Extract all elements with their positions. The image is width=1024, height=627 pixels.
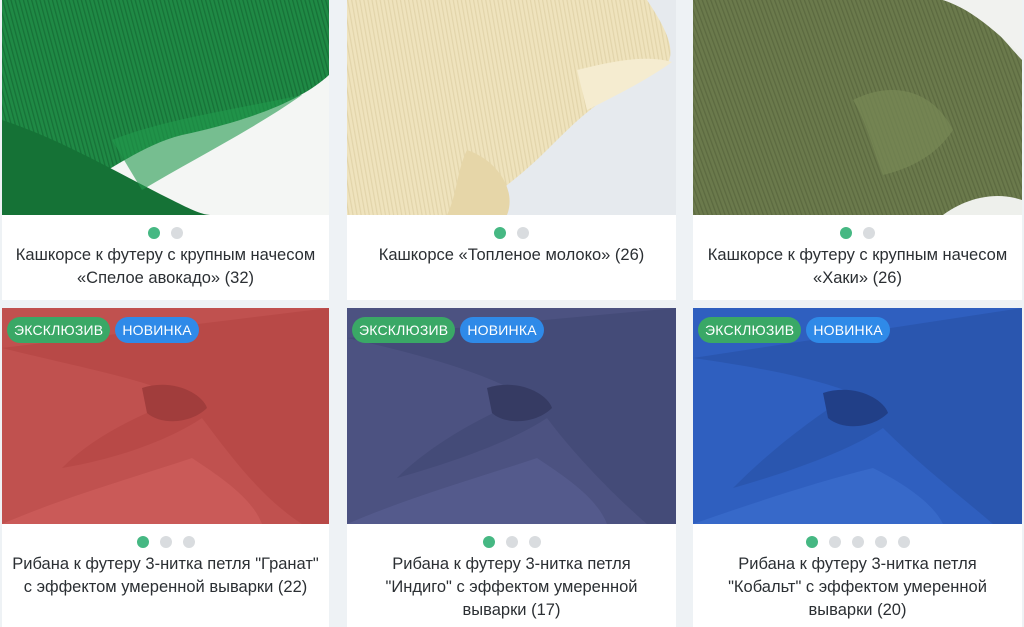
carousel-dot[interactable]: [494, 227, 506, 239]
product-title[interactable]: Рибана к футеру 3-нитка петля "Индиго" с…: [357, 553, 666, 622]
badge-group: ЭКСКЛЮЗИВ НОВИНКА: [7, 317, 199, 343]
carousel-dot[interactable]: [136, 536, 149, 548]
product-image[interactable]: [2, 0, 329, 215]
carousel-dot[interactable]: [159, 536, 172, 548]
carousel-dot[interactable]: [851, 536, 864, 548]
image-carousel-dots: [2, 227, 329, 239]
image-carousel-dots: [693, 227, 1022, 239]
carousel-dot[interactable]: [528, 536, 541, 548]
carousel-dot[interactable]: [863, 227, 875, 239]
carousel-dot[interactable]: [505, 536, 518, 548]
product-image[interactable]: ЭКСКЛЮЗИВ НОВИНКА: [693, 308, 1022, 524]
image-carousel-dots: [347, 227, 676, 239]
product-card[interactable]: ЭКСКЛЮЗИВ НОВИНКА Рибана к футеру 3-нитк…: [693, 308, 1022, 627]
product-title[interactable]: Кашкорсе «Топленое молоко» (26): [357, 244, 666, 267]
new-badge: НОВИНКА: [460, 317, 544, 343]
product-card[interactable]: Кашкорсе «Топленое молоко» (26): [347, 0, 676, 300]
product-image[interactable]: ЭКСКЛЮЗИВ НОВИНКА: [2, 308, 329, 524]
image-carousel-dots: [2, 536, 329, 548]
exclusive-badge: ЭКСКЛЮЗИВ: [352, 317, 456, 343]
carousel-dot[interactable]: [148, 227, 160, 239]
product-title[interactable]: Рибана к футеру 3-нитка петля "Гранат" с…: [12, 553, 319, 599]
carousel-dot[interactable]: [840, 227, 852, 239]
product-title[interactable]: Кашкорсе к футеру с крупным начесом «Спе…: [12, 244, 319, 290]
exclusive-badge: ЭКСКЛЮЗИВ: [7, 317, 111, 343]
product-card[interactable]: Кашкорсе к футеру с крупным начесом «Спе…: [2, 0, 329, 300]
carousel-dot[interactable]: [182, 536, 195, 548]
carousel-dot[interactable]: [805, 536, 818, 548]
image-carousel-dots: [693, 536, 1022, 548]
product-title[interactable]: Кашкорсе к футеру с крупным начесом «Хак…: [703, 244, 1012, 290]
carousel-dot[interactable]: [171, 227, 183, 239]
product-card[interactable]: Кашкорсе к футеру с крупным начесом «Хак…: [693, 0, 1022, 300]
image-carousel-dots: [347, 536, 676, 548]
badge-group: ЭКСКЛЮЗИВ НОВИНКА: [352, 317, 544, 343]
product-card[interactable]: ЭКСКЛЮЗИВ НОВИНКА Рибана к футеру 3-нитк…: [347, 308, 676, 627]
product-title[interactable]: Рибана к футеру 3-нитка петля "Кобальт" …: [703, 553, 1012, 622]
product-image[interactable]: [693, 0, 1022, 215]
product-card[interactable]: ЭКСКЛЮЗИВ НОВИНКА Рибана к футеру 3-нитк…: [2, 308, 329, 627]
carousel-dot[interactable]: [828, 536, 841, 548]
new-badge: НОВИНКА: [806, 317, 890, 343]
badge-group: ЭКСКЛЮЗИВ НОВИНКА: [698, 317, 890, 343]
exclusive-badge: ЭКСКЛЮЗИВ: [698, 317, 802, 343]
product-grid: Кашкорсе к футеру с крупным начесом «Спе…: [0, 0, 1024, 627]
product-image[interactable]: [347, 0, 676, 215]
carousel-dot[interactable]: [517, 227, 529, 239]
carousel-dot[interactable]: [482, 536, 495, 548]
product-image[interactable]: ЭКСКЛЮЗИВ НОВИНКА: [347, 308, 676, 524]
new-badge: НОВИНКА: [115, 317, 199, 343]
carousel-dot[interactable]: [897, 536, 910, 548]
carousel-dot[interactable]: [874, 536, 887, 548]
